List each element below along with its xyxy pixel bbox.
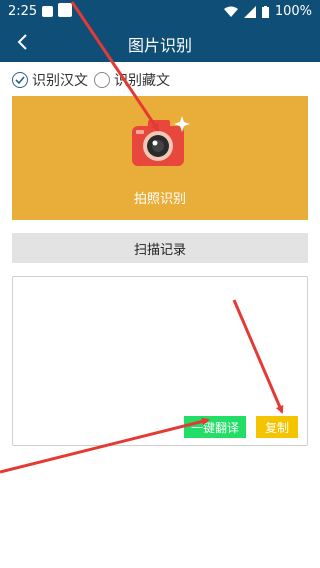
- translate-label: 一键翻译: [190, 420, 239, 435]
- translate-button[interactable]: 一键翻译: [184, 416, 246, 438]
- notification-icon: [42, 6, 53, 17]
- checked-radio-icon: [12, 72, 28, 88]
- battery-icon: [261, 5, 269, 18]
- unchecked-radio-icon: [94, 72, 110, 88]
- scan-records-button[interactable]: 扫描记录: [12, 233, 308, 263]
- page-title: 图片识别: [127, 36, 192, 55]
- battery-level: 100%: [274, 4, 312, 19]
- copy-label: 复制: [264, 420, 289, 435]
- status-icons: 100%: [223, 4, 312, 19]
- camera-capture-card[interactable]: 拍照识别: [12, 96, 308, 220]
- app-bar: 图片识别: [0, 24, 320, 62]
- scan-records-label: 扫描记录: [133, 242, 186, 258]
- option-chinese-label: 识别汉文: [32, 73, 88, 89]
- recognition-options: 识别汉文 识别藏文: [12, 70, 176, 90]
- option-tibetan-label: 识别藏文: [114, 73, 170, 89]
- status-bar: 2:25 100%: [0, 0, 320, 24]
- camera-icon: [132, 116, 190, 166]
- status-time: 2:25: [8, 4, 38, 19]
- copy-button[interactable]: 复制: [256, 416, 298, 438]
- option-tibetan[interactable]: 识别藏文: [94, 70, 170, 90]
- option-chinese[interactable]: 识别汉文: [12, 70, 88, 90]
- signal-icon: [243, 5, 256, 18]
- camera-capture-label: 拍照识别: [133, 192, 186, 207]
- image-notification-icon: [58, 3, 72, 17]
- wifi-icon: [223, 6, 238, 17]
